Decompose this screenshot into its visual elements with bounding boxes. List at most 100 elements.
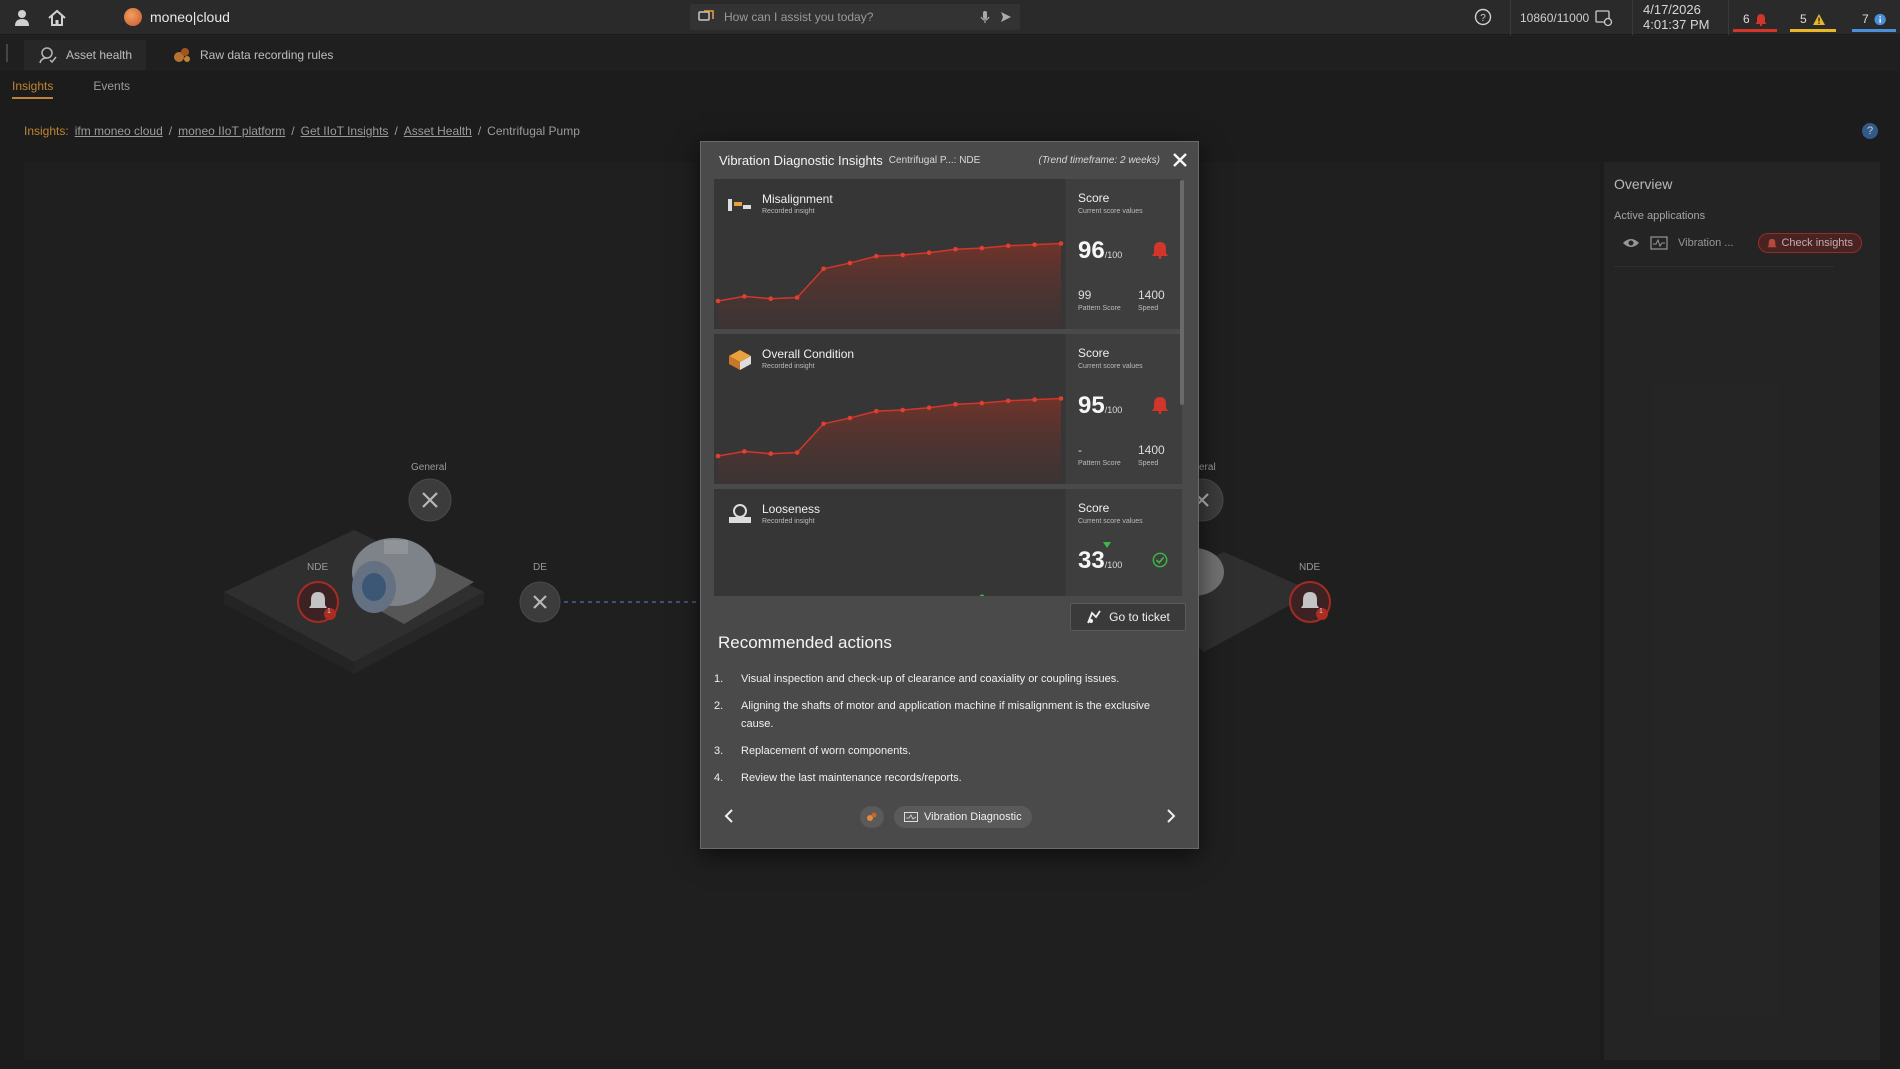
overall-condition-icon — [729, 350, 751, 370]
pattern-score-label: Pattern Score — [1078, 460, 1121, 467]
vibration-diagnostic-chip[interactable]: Vibration Diagnostic — [894, 806, 1032, 828]
looseness-icon — [729, 504, 751, 523]
chevron-right-icon[interactable] — [1161, 806, 1181, 826]
microphone-icon[interactable] — [980, 10, 990, 24]
cards-scrollbar[interactable] — [1180, 180, 1184, 405]
insight-name: Looseness — [762, 502, 821, 516]
insight-card-misalignment[interactable]: Misalignment Recorded insight Score Curr… — [714, 179, 1182, 329]
score-label: Score — [1078, 346, 1110, 360]
recommended-actions-title: Recommended actions — [718, 633, 892, 652]
score-number: 33 — [1078, 547, 1105, 574]
pattern-score-value: 99 — [1078, 288, 1092, 302]
speed-value: 1400 — [1138, 288, 1165, 302]
score-max: /100 — [1104, 560, 1123, 570]
vibration-app-icon — [904, 812, 918, 822]
action-text: Review the last maintenance records/repo… — [741, 772, 962, 784]
trend-point — [900, 407, 905, 413]
trend-point — [926, 405, 932, 410]
trend-point — [768, 296, 774, 301]
trend-point — [874, 253, 879, 259]
trend-point — [1005, 398, 1011, 404]
datetime: 4/17/2026 4:01:37 PM — [1643, 2, 1710, 32]
trend-point — [1032, 397, 1037, 402]
trend-point — [1058, 241, 1064, 246]
score-box: Score Current score values 33/100 — [1066, 489, 1182, 596]
pattern-score-value: - — [1078, 443, 1082, 457]
score-label: Score — [1078, 191, 1110, 205]
warning-counter[interactable]: 5 — [1790, 6, 1836, 32]
action-item: 1. Visual inspection and check-up of clea… — [714, 670, 1164, 688]
trend-point — [794, 450, 800, 455]
trend-point — [1032, 242, 1037, 247]
insight-sub: Recorded insight — [762, 208, 815, 215]
score-number: 95 — [1078, 392, 1105, 419]
recommended-actions-list: 1. Visual inspection and check-up of clea… — [714, 670, 1164, 796]
alarm-counter[interactable]: 6 — [1733, 6, 1777, 32]
user-icon[interactable] — [12, 8, 32, 28]
insight-card-looseness[interactable]: Looseness Recorded insight Score Current… — [714, 489, 1182, 596]
trend-down-icon — [1103, 542, 1111, 548]
brand-name: moneo|cloud — [150, 9, 230, 25]
chevron-left-icon[interactable] — [719, 806, 739, 826]
trend-point — [742, 294, 747, 299]
trend-point — [900, 252, 905, 258]
speed-label: Speed — [1138, 460, 1159, 467]
action-text: Aligning the shafts of motor and applica… — [741, 700, 1151, 730]
info-counter[interactable]: 7 — [1852, 6, 1896, 32]
date: 4/17/2026 — [1643, 2, 1701, 17]
trend-point — [821, 266, 826, 272]
vibration-insights-dialog: Vibration Diagnostic Insights Centrifuga… — [700, 141, 1199, 849]
score-max: /100 — [1104, 405, 1123, 415]
insight-sub: Recorded insight — [762, 518, 815, 525]
time: 4:01:37 PM — [1643, 17, 1710, 32]
trend-point — [742, 449, 747, 454]
counter-value: 10860/11000 — [1520, 11, 1590, 25]
insight-name: Misalignment — [762, 192, 833, 206]
score-number: 96 — [1078, 237, 1105, 264]
home-icon[interactable] — [47, 8, 67, 28]
dialog-asset: Centrifugal P...: NDE — [888, 154, 981, 166]
assistant-placeholder: How can I assist you today? — [724, 10, 874, 24]
vibration-diagnostic-label: Vibration Diagnostic — [924, 811, 1022, 823]
go-to-ticket-label: Go to ticket — [1109, 610, 1170, 624]
score-sub: Current score values — [1078, 363, 1143, 370]
app-group-icon[interactable] — [860, 806, 884, 828]
misalignment-icon — [728, 199, 751, 211]
speed-label: Speed — [1138, 305, 1159, 312]
action-item: 4. Review the last maintenance records/re… — [714, 769, 1164, 787]
score-box: Score Current score values 96/100 99 Pat… — [1066, 179, 1182, 329]
score-value: 95/100 — [1078, 392, 1122, 420]
close-icon[interactable] — [1170, 150, 1190, 170]
ok-check-icon — [1152, 552, 1168, 568]
insight-card-overall-condition[interactable]: Overall Condition Recorded insight Score… — [714, 334, 1182, 484]
trend-point — [794, 295, 800, 300]
device-counter[interactable]: 10860/11000 — [1520, 9, 1613, 27]
assistant-search[interactable]: How can I assist you today? — [690, 4, 1020, 30]
score-value: 96/100 — [1078, 237, 1122, 265]
brand[interactable]: moneo|cloud — [124, 8, 230, 26]
info-count: 7 — [1862, 12, 1869, 26]
trend-point — [715, 298, 721, 304]
insight-name: Overall Condition — [762, 347, 855, 361]
dialog-title: Vibration Diagnostic Insights — [719, 152, 883, 168]
go-to-ticket-button[interactable]: Go to ticket — [1070, 603, 1186, 631]
alarm-bell-icon — [1152, 242, 1168, 259]
assistant-icon — [698, 10, 714, 21]
trend-point — [979, 245, 985, 251]
trend-point — [847, 415, 853, 421]
svg-text:?: ? — [1480, 13, 1486, 24]
trend-point — [821, 421, 826, 427]
moneo-logo-icon — [124, 8, 142, 26]
ticket-icon — [1087, 610, 1101, 624]
trend-timeframe: (Trend timeframe: 2 weeks) — [1038, 154, 1160, 166]
trend-point — [874, 408, 879, 414]
send-icon[interactable] — [1000, 11, 1012, 23]
insight-cards: Misalignment Recorded insight Score Curr… — [714, 179, 1182, 596]
insight-sub: Recorded insight — [762, 363, 815, 370]
action-item: 2. Aligning the shafts of motor and appli… — [714, 697, 1164, 733]
action-text: Replacement of worn components. — [741, 745, 911, 757]
help-icon[interactable]: ? — [1474, 8, 1492, 26]
info-icon — [1874, 13, 1886, 25]
score-value: 33/100 — [1078, 547, 1122, 575]
trend-point — [979, 400, 985, 406]
